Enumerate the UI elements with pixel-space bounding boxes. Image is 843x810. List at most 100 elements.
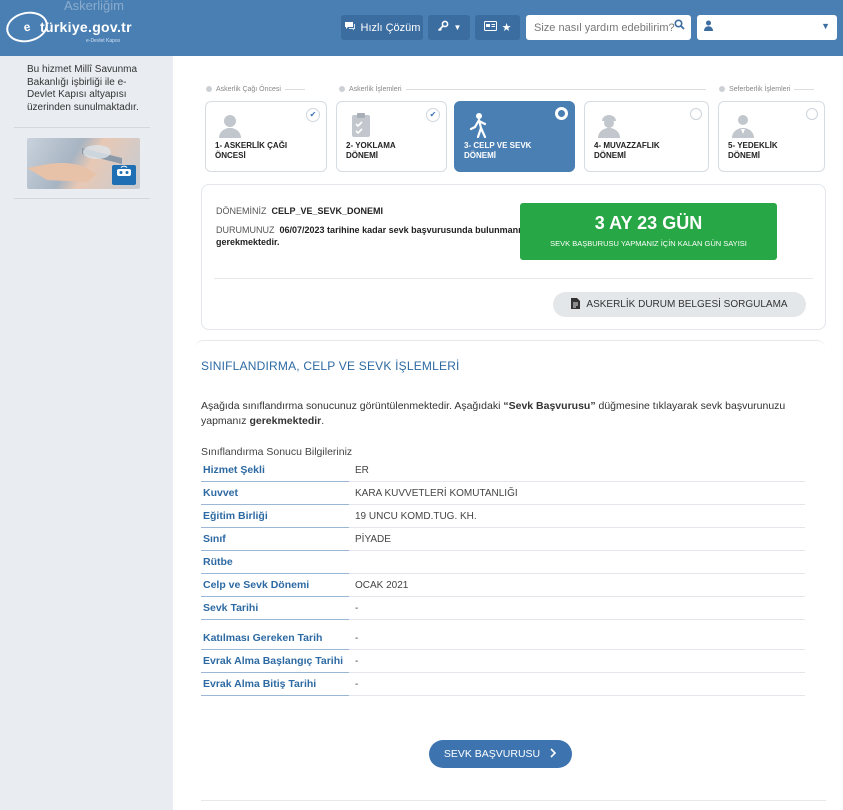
row-value: - [355, 633, 359, 644]
row-value: PİYADE [355, 534, 391, 545]
step-label-line-2: DÖNEMİ [728, 151, 760, 160]
step-label: 2- YOKLAMA DÖNEMİ [346, 141, 396, 161]
table-row: Sınıf PİYADE [201, 528, 805, 551]
dispatch-application-button[interactable]: SEVK BAŞVURUSU [429, 740, 572, 768]
countdown-value: 3 AY 23 GÜN [594, 213, 703, 233]
status-label: DURUMUNUZ [216, 225, 275, 235]
military-status-document-button[interactable]: ASKERLİK DURUM BELGESİ SORGULAMA [553, 292, 806, 317]
row-value: - [355, 679, 359, 690]
search-input[interactable]: Size nasıl yardım edebilirim? [526, 15, 691, 40]
row-key: Celp ve Sevk Dönemi [203, 579, 310, 591]
document-icon [571, 297, 581, 312]
document-button-label: ASKERLİK DURUM BELGESİ SORGULAMA [586, 299, 788, 310]
user-icon [704, 20, 713, 34]
step-label-line-2: DÖNEMİ [594, 151, 626, 160]
marching-soldier-icon [466, 112, 492, 139]
track-dot [339, 86, 345, 92]
step-inspection[interactable]: ✔ 2- YOKLAMA DÖNEMİ [336, 101, 447, 172]
logo-subtext: e-Devlet Kapısı [86, 38, 121, 44]
classification-table: Hizmet Şekli ER Kuvvet KARA KUVVETLERİ KOM… [201, 459, 805, 696]
star-icon: ★ [501, 22, 512, 34]
step-label-line-2: ÖNCESİ [215, 151, 246, 160]
row-key: Kuvvet [203, 487, 239, 499]
table-row: Kuvvet KARA KUVVETLERİ KOMUTANLIĞI [201, 482, 805, 505]
period-label: DÖNEMİNİZ [216, 206, 267, 216]
row-key: Katılması Gereken Tarih [203, 632, 323, 644]
desc-bold-2: gerekmektedir [249, 415, 322, 427]
search-placeholder: Size nasıl yardım edebilirim? [534, 21, 675, 34]
id-card-icon [483, 21, 497, 34]
sidebar: Bu hizmet Millî Savunma Bakanlığı işbirl… [0, 56, 163, 810]
track-label: Seferberlik İşlemleri [729, 85, 791, 93]
table-row: Evrak Alma Başlangıç Tarihi - [201, 650, 805, 673]
vr-headset-icon [112, 165, 136, 185]
sidebar-promo-image[interactable] [27, 138, 140, 189]
logo-mark-icon: e [3, 7, 51, 47]
chat-icon [344, 21, 356, 34]
key-underline [201, 695, 349, 696]
search-icon[interactable] [674, 19, 685, 33]
step-label: 1- ASKERLİK ÇAĞI ÖNCESİ [215, 141, 287, 161]
row-key: Evrak Alma Başlangıç Tarihi [203, 655, 344, 667]
step-active-service[interactable]: 4- MUVAZZAFLIK DÖNEMİ [584, 101, 709, 172]
desc-part-1: Aşağıda sınıflandırma sonucunuz görüntül… [201, 400, 501, 412]
tools-dropdown-button[interactable]: ▼ [428, 15, 470, 40]
chevron-down-icon: ▼ [453, 23, 462, 32]
section-title: SINIFLANDIRMA, CELP VE SEVK İŞLEMLERİ [201, 359, 460, 373]
row-value: KARA KUVVETLERİ KOMUTANLIĞI [355, 488, 518, 499]
table-row: Hizmet Şekli ER [201, 459, 805, 482]
table-row: Rütbe [201, 551, 805, 574]
logo-text: türkiye.gov.tr [40, 19, 132, 35]
row-value: OCAK 2021 [355, 580, 409, 591]
chevron-down-icon: ▼ [821, 21, 830, 31]
person-icon [217, 112, 243, 138]
classification-subtitle: Sınıflandırma Sonucu Bilgileriniz [201, 446, 353, 458]
step-reserve[interactable]: 5- YEDEKLİK DÖNEMİ [718, 101, 825, 172]
quick-solution-button[interactable]: Hızlı Çözüm [341, 15, 423, 40]
countdown-box: 3 AY 23 GÜN SEVK BAŞBURUSU YAPMANIZ İÇİN… [520, 203, 777, 260]
row-value: - [355, 656, 359, 667]
cards-favorites-button[interactable]: ★ [475, 15, 520, 40]
radio-empty-icon [806, 108, 818, 120]
checkmark-icon: ✔ [306, 108, 320, 122]
track-line [284, 88, 305, 90]
row-key: Hizmet Şekli [203, 464, 265, 476]
sidebar-divider [14, 127, 150, 128]
step-label-line-1: 2- YOKLAMA [346, 141, 396, 150]
reservist-icon [730, 112, 756, 138]
row-value: - [355, 603, 359, 614]
step-label: 5- YEDEKLİK DÖNEMİ [728, 141, 778, 161]
step-label: 3- CELP VE SEVK DÖNEMİ [464, 141, 531, 161]
table-row: Katılması Gereken Tarih - [201, 620, 805, 650]
row-key: Evrak Alma Bitiş Tarihi [203, 678, 317, 690]
desc-bold: “Sevk Başvurusu” [503, 400, 596, 412]
table-row: Evrak Alma Bitiş Tarihi - [201, 673, 805, 696]
soldier-helmet-icon [596, 112, 622, 138]
step-label-line-2: DÖNEMİ [346, 151, 378, 160]
table-row: Celp ve Sevk Dönemi OCAK 2021 [201, 574, 805, 597]
current-period: DÖNEMİNİZ CELP_VE_SEVK_DONEMI [216, 206, 383, 216]
track-mobilization: Seferberlik İşlemleri [719, 84, 829, 94]
checkmark-icon: ✔ [426, 108, 440, 122]
track-pre-military: Askerlik Çağı Öncesi [206, 84, 326, 94]
key-icon [437, 20, 449, 35]
row-value: 19 UNCU KOMD.TUG. KH. [355, 511, 477, 522]
clipboard-check-icon [348, 112, 374, 138]
user-menu[interactable]: ▼ [697, 15, 837, 40]
site-logo[interactable]: e türkiye.gov.tr e-Devlet Kapısı [3, 7, 132, 47]
step-conscription-dispatch[interactable]: 3- CELP VE SEVK DÖNEMİ [454, 101, 575, 172]
step-label-line-1: 5- YEDEKLİK [728, 141, 778, 150]
row-key: Rütbe [203, 556, 233, 568]
step-pre-military[interactable]: ✔ 1- ASKERLİK ÇAĞI ÖNCESİ [205, 101, 327, 172]
current-status: DURUMUNUZ 06/07/2023 tarihine kadar sevk… [216, 224, 526, 248]
period-value: CELP_VE_SEVK_DONEMI [271, 206, 384, 216]
radio-selected-icon [555, 107, 568, 120]
radio-empty-icon [690, 108, 702, 120]
track-line [794, 88, 815, 90]
dispatch-button-label: SEVK BAŞVURUSU [443, 748, 541, 760]
status-card: DÖNEMİNİZ CELP_VE_SEVK_DONEMI DURUMUNUZ … [201, 184, 826, 330]
track-label: Askerlik Çağı Öncesi [216, 85, 281, 93]
row-key: Sevk Tarihi [203, 602, 259, 614]
row-value: ER [355, 465, 369, 476]
top-header: Askerliğim e türkiye.gov.tr e-Devlet Kap… [0, 0, 843, 56]
